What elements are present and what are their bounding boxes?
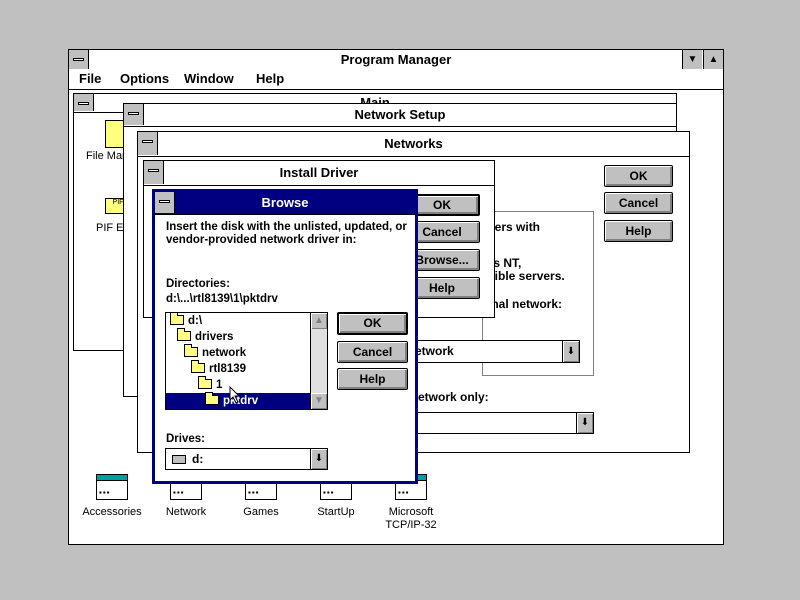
menu-options[interactable]: Options [120,70,169,88]
networks-text-4: onal network: [484,297,563,311]
drives-dropdown-arrow-icon[interactable]: ⬇ [310,449,327,469]
install-driver-system-menu-icon[interactable] [144,161,164,184]
browse-help-button[interactable]: Help [337,368,408,390]
browse-system-menu-icon[interactable] [155,192,175,213]
browse-ok-button[interactable]: OK [337,312,408,335]
folder-icon [191,360,205,373]
menu-help[interactable]: Help [256,70,284,88]
program-manager-titlebar[interactable]: Program Manager [69,50,723,71]
open-folder-icon [205,392,219,405]
network-type-dropdown[interactable]: etwork ⬇ [408,340,580,363]
networks-cancel-button[interactable]: Cancel [604,192,673,214]
drives-dropdown[interactable]: d: ⬇ [165,448,328,470]
network-only-dropdown-arrow-icon[interactable]: ⬇ [576,413,593,433]
file-manager-icon[interactable] [105,120,125,148]
directory-item-label: network [202,347,247,359]
drive-value: d: [192,452,204,466]
directory-listbox[interactable]: d:\ drivers network rtl8139 1 pktdrv ▲ ▼ [165,312,328,410]
directory-item-label: drivers [195,331,234,343]
menu-bar: File Options Window Help [69,70,723,90]
mouse-cursor-icon [229,386,241,404]
minimize-button[interactable]: ▼ [682,50,702,69]
folder-icon [198,376,212,389]
directories-label: Directories: [166,278,230,290]
directory-item[interactable]: network [166,344,310,361]
browse-cancel-button[interactable]: Cancel [337,341,408,363]
networks-text-3: atible servers. [484,269,565,283]
scroll-up-arrow-icon[interactable]: ▲ [310,313,327,329]
scroll-down-arrow-icon[interactable]: ▼ [310,393,327,409]
maximize-button[interactable]: ▲ [703,50,723,69]
network-only-dropdown[interactable]: ⬇ [408,412,594,434]
folder-icon [184,344,198,357]
directory-item[interactable]: rtl8139 [166,360,310,377]
networks-system-menu-icon[interactable] [138,132,158,155]
networks-titlebar[interactable]: Networks [138,132,689,157]
accessories-group-icon[interactable]: ▪▪▪ [96,474,128,500]
current-path: d:\...\rtl8139\1\pktdrv [166,293,278,305]
networks-help-button[interactable]: Help [604,220,673,242]
folder-icon [177,328,191,341]
program-manager-system-menu-icon[interactable] [69,50,89,69]
networks-ok-button[interactable]: OK [604,165,673,187]
menu-file[interactable]: File [79,70,101,88]
browse-prompt: Insert the disk with the unlisted, updat… [166,221,407,246]
directory-item-label: 1 [216,379,223,391]
drives-label: Drives: [166,433,205,445]
main-group-system-menu-icon[interactable] [74,94,94,111]
install-driver-titlebar[interactable]: Install Driver [144,161,494,186]
directory-scrollbar[interactable]: ▲ ▼ [310,313,327,409]
menu-window[interactable]: Window [184,70,234,88]
program-manager-title: Program Manager [340,52,452,67]
network-setup-titlebar[interactable]: Network Setup [124,104,676,127]
drive-icon [172,455,186,464]
directory-item-label: rtl8139 [209,363,247,375]
browse-titlebar[interactable]: Browse [155,192,415,215]
network-dropdown-arrow-icon[interactable]: ⬇ [562,341,579,362]
directory-item[interactable]: d:\ [166,313,310,329]
directory-item[interactable]: drivers [166,328,310,345]
network-only-label: etwork only: [418,390,489,404]
tcpip-label: Microsoft TCP/IP-32 [385,506,437,531]
browse-dialog: Browse Insert the disk with the unlisted… [152,189,418,484]
directory-item-label: d:\ [188,315,203,327]
folder-icon [170,313,184,325]
network-setup-system-menu-icon[interactable] [124,104,144,125]
